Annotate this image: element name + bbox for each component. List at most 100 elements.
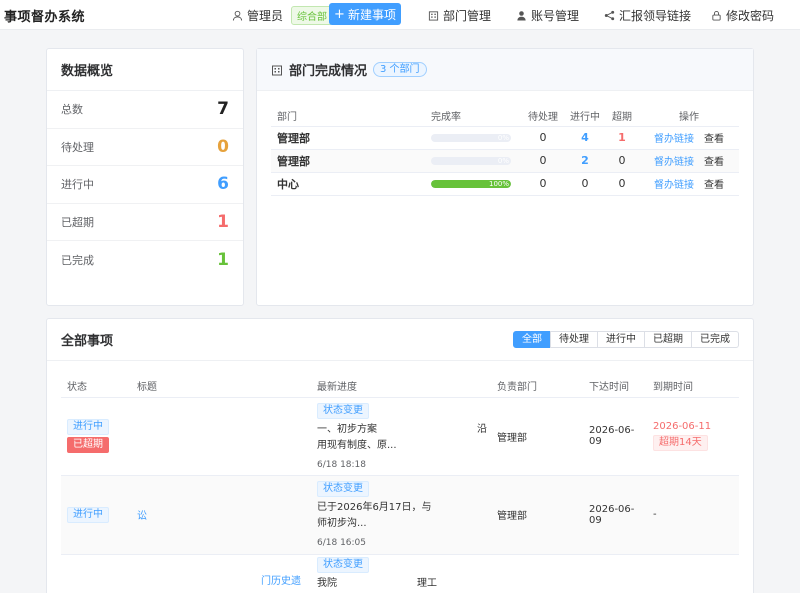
title-cell[interactable]: 讼 (131, 475, 311, 555)
progress-label: 100% (488, 179, 509, 188)
stat-value: 7 (217, 99, 229, 120)
progress-text: 已于2026年6月17日，与 师初步沟... (317, 502, 502, 529)
col-issued: 下达时间 (583, 375, 647, 398)
user-icon (232, 10, 243, 21)
stat-overdue: 已超期 1 (47, 204, 243, 241)
title-cell[interactable] (131, 397, 311, 476)
progress-time: 6/18 16:05 (317, 538, 367, 548)
lock-icon (712, 10, 721, 21)
progress-bar: 0% (431, 133, 511, 142)
stat-label: 进行中 (61, 178, 94, 192)
issued-date: 2026-06-09 (583, 397, 647, 476)
user-name: 管理员 (247, 8, 284, 23)
view-link[interactable]: 查看 (704, 180, 724, 191)
filter-pending[interactable]: 待处理 (550, 331, 598, 348)
nav-change-password[interactable]: 修改密码 (711, 0, 774, 30)
stat-label: 已超期 (61, 215, 94, 229)
user-info: 管理员 综合部 (232, 0, 334, 30)
nav-label: 账号管理 (531, 8, 580, 23)
filter-overdue[interactable]: 已超期 (644, 331, 692, 348)
stat-total: 总数 7 (47, 91, 243, 129)
col-ongoing: 进行中 (565, 105, 605, 127)
new-task-button[interactable]: + 新建事项 (329, 3, 401, 25)
task-title[interactable]: 讼 (137, 511, 147, 522)
new-task-label: 新建事项 (347, 7, 396, 22)
actions-cell: 督办链接 查看 (639, 126, 739, 150)
table-row[interactable]: 进行中 讼 状态变更 已于2026年6月17日，与 师初步沟... 6/18 1… (61, 475, 739, 555)
progress-bar: 0% (431, 156, 511, 165)
status-tag: 进行中 (67, 419, 109, 435)
table-row[interactable]: 门历史遗 状态变更 我院 理工 (61, 554, 739, 593)
tasks-card: 全部事项 全部 待处理 进行中 已超期 已完成 状态 标题 最新进度 负责部门 … (46, 318, 754, 593)
dept-name: 管理部 (271, 149, 431, 173)
progress-text: 我院 理工 (317, 577, 437, 589)
dept-name: 中心 (271, 172, 431, 196)
status-filter: 全部 待处理 进行中 已超期 已完成 (513, 331, 739, 348)
status-cell: 进行中 已超期 (61, 397, 131, 476)
nav-label: 修改密码 (726, 8, 775, 23)
account-icon (517, 10, 526, 21)
due-date: 2026-06-11 (653, 421, 712, 432)
nav-dept-management[interactable]: 部门管理 (428, 0, 491, 30)
table-header-row: 状态 标题 最新进度 负责部门 下达时间 到期时间 (61, 375, 739, 398)
overview-title: 数据概览 (47, 49, 243, 91)
supervise-link[interactable]: 督办链接 (654, 157, 694, 168)
title-cell[interactable]: 门历史遗 (131, 554, 311, 593)
filter-ongoing[interactable]: 进行中 (597, 331, 645, 348)
nav-label: 汇报领导链接 (619, 8, 692, 23)
overdue-count: 1 (605, 126, 639, 150)
nav-account-management[interactable]: 账号管理 (516, 0, 579, 30)
progress-time: 6/18 18:18 (317, 459, 367, 470)
rate-cell: 100% (431, 172, 521, 196)
issued-date (583, 554, 647, 593)
view-link[interactable]: 查看 (704, 134, 724, 145)
table-header-row: 部门 完成率 待处理 进行中 超期 操作 (271, 105, 739, 127)
dept-table: 部门 完成率 待处理 进行中 超期 操作 管理部 0% 0 4 1 督办链接 查看 (271, 105, 739, 196)
filter-all[interactable]: 全部 (513, 331, 551, 348)
share-icon (604, 10, 615, 20)
col-progress: 最新进度 (311, 375, 491, 398)
app-title: 事项督办系统 (4, 10, 86, 25)
overview-card: 数据概览 总数 7 待处理 0 进行中 6 已超期 1 已完成 1 (46, 48, 244, 306)
col-pending: 待处理 (521, 105, 565, 127)
issued-date: 2026-06-09 (583, 475, 647, 555)
nav-report-link[interactable]: 汇报领导链接 (604, 0, 691, 30)
col-rate: 完成率 (431, 105, 521, 127)
col-overdue: 超期 (605, 105, 639, 127)
ongoing-count: 4 (565, 126, 605, 150)
dept-name: 管理部 (271, 126, 431, 150)
dept-count-badge: 3 个部门 (373, 62, 427, 77)
pending-count: 0 (521, 126, 565, 150)
stat-pending: 待处理 0 (47, 129, 243, 166)
due-cell: 2026-06-11 超期14天 (647, 397, 739, 476)
ongoing-count: 2 (565, 149, 605, 173)
progress-tag: 状态变更 (317, 402, 369, 419)
progress-cell: 状态变更 我院 理工 (311, 554, 491, 593)
tasks-table: 状态 标题 最新进度 负责部门 下达时间 到期时间 进行中 已超期 状态变更 一… (61, 375, 739, 593)
progress-bar: 100% (431, 179, 511, 188)
stat-value: 6 (217, 174, 229, 195)
nav-label: 部门管理 (443, 8, 492, 23)
progress-cell: 状态变更 已于2026年6月17日，与 师初步沟... 6/18 16:05 (311, 475, 502, 555)
stat-label: 待处理 (61, 140, 94, 154)
building-icon (272, 65, 282, 75)
due-date: - (647, 475, 739, 555)
progress-label: 0% (497, 133, 509, 142)
col-dept: 部门 (271, 105, 431, 127)
view-link[interactable]: 查看 (704, 157, 724, 168)
stat-value: 1 (217, 211, 229, 232)
supervise-link[interactable]: 督办链接 (654, 180, 694, 191)
filter-completed[interactable]: 已完成 (691, 331, 739, 348)
stat-ongoing: 进行中 6 (47, 166, 243, 204)
stat-label: 总数 (61, 103, 83, 117)
task-title[interactable]: 门历史遗 (261, 576, 301, 587)
table-row[interactable]: 进行中 已超期 状态变更 一、初步方案 沿用现有制度、原... 6/18 18:… (61, 397, 739, 476)
progress-tag: 状态变更 (317, 556, 369, 573)
overdue-count: 0 (605, 172, 639, 196)
progress-label: 0% (497, 156, 509, 165)
overdue-days: 超期14天 (653, 435, 708, 451)
status-tag: 进行中 (67, 506, 109, 523)
rate-cell: 0% (431, 149, 521, 173)
dept-cell: 管理部 (491, 475, 583, 555)
supervise-link[interactable]: 督办链接 (654, 134, 694, 145)
